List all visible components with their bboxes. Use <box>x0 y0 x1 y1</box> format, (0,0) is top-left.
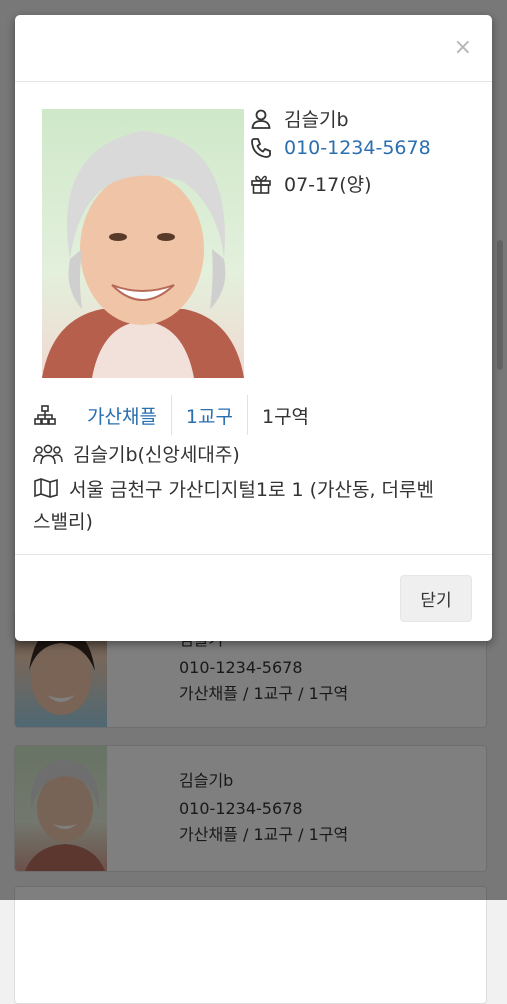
phone-icon <box>251 138 271 158</box>
address-line: 스밸리) <box>33 511 93 533</box>
address-row: 서울 금천구 가산디지털1로 1 (가산동, 더루벤 <box>33 475 434 506</box>
member-photo <box>42 109 244 378</box>
parish-link[interactable]: 1교구 <box>172 395 247 435</box>
modal-footer-divider <box>15 554 492 555</box>
user-icon <box>251 109 271 129</box>
organization-row: 가산채플 1교구 1구역 <box>33 395 323 435</box>
member-name: 김슬기b <box>284 109 349 131</box>
district-text: 1구역 <box>261 405 310 428</box>
close-button[interactable]: 닫기 <box>400 575 472 622</box>
address-line: 서울 금천구 가산디지털1로 1 (가산동, 더루벤 <box>69 479 434 501</box>
member-birthday: 07-17(양) <box>284 174 372 196</box>
member-name-row: 김슬기b <box>250 105 349 132</box>
member-detail-modal: × 김슬기b 010-1234-5678 07-17(양) 가산채플 1교구 1… <box>15 15 492 641</box>
member-card[interactable] <box>14 886 487 1004</box>
map-icon <box>34 478 58 498</box>
gift-icon <box>251 175 271 194</box>
close-icon[interactable]: × <box>454 35 472 61</box>
sitemap-icon <box>34 405 56 425</box>
family-head: 김슬기b(신앙세대주) <box>73 444 240 466</box>
member-phone-row[interactable]: 010-1234-5678 <box>250 137 431 159</box>
modal-header: × <box>15 15 492 82</box>
family-row: 김슬기b(신앙세대주) <box>33 440 240 467</box>
users-icon <box>33 444 63 464</box>
member-birthday-row: 07-17(양) <box>250 170 372 197</box>
church-link[interactable]: 가산채플 <box>61 395 171 435</box>
member-phone-link[interactable]: 010-1234-5678 <box>284 137 431 159</box>
